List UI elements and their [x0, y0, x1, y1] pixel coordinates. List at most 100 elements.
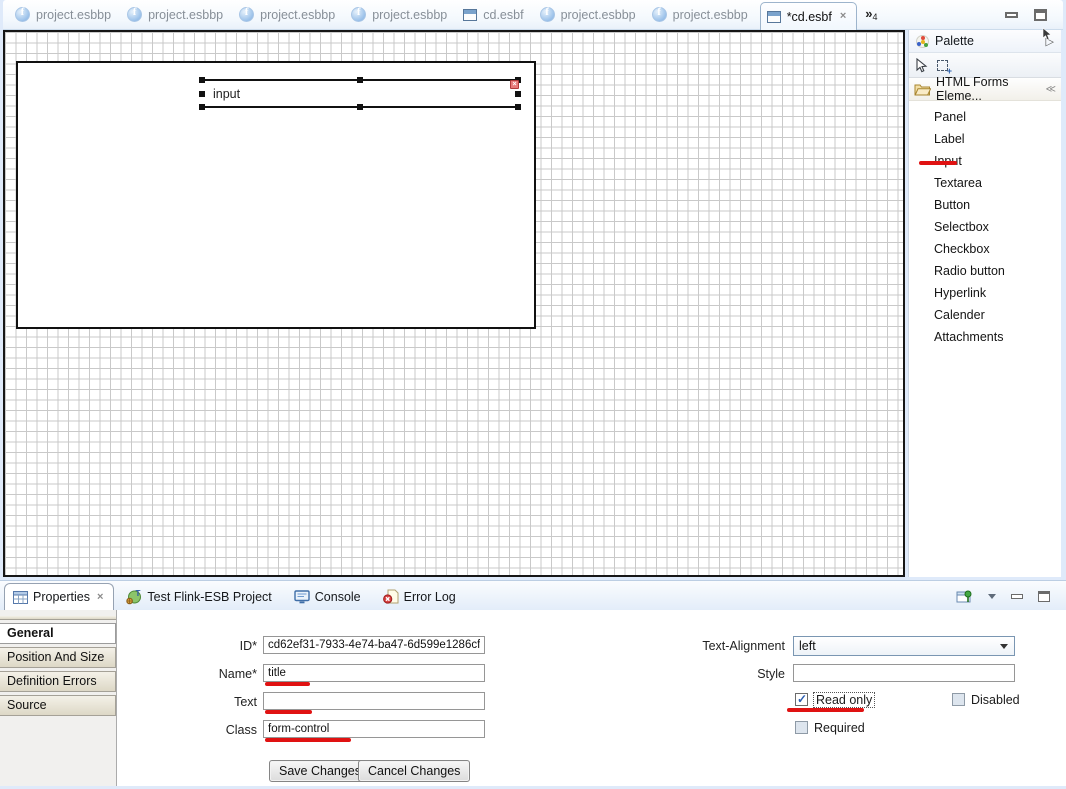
resize-handle-middle-left[interactable]	[199, 91, 205, 97]
editor-tab-2[interactable]: project.esbbp	[123, 0, 235, 29]
delete-element-icon[interactable]	[510, 80, 519, 89]
resize-handle-bottom-left[interactable]	[199, 104, 205, 110]
editor-tab-label: project.esbbp	[372, 8, 447, 22]
minimize-icon[interactable]	[1011, 594, 1023, 599]
class-field[interactable]	[263, 720, 485, 738]
form-panel[interactable]: input	[16, 61, 536, 329]
cancel-changes-button[interactable]: Cancel Changes	[358, 760, 470, 782]
form-file-icon	[463, 9, 477, 21]
mouse-cursor	[1042, 27, 1052, 41]
editor-tab-7[interactable]: project.esbbp	[648, 0, 760, 29]
tab-console-label: Console	[315, 590, 361, 604]
maximize-icon[interactable]	[1034, 9, 1047, 21]
resize-handle-bottom-right[interactable]	[515, 104, 521, 110]
required-checkbox[interactable]	[795, 721, 808, 734]
editor-tab-4[interactable]: project.esbbp	[347, 0, 459, 29]
style-field[interactable]	[793, 664, 1015, 682]
palette-panel: Palette HTML Forms Eleme... Panel Label …	[908, 30, 1061, 577]
annotation-underline-name-value	[265, 682, 310, 686]
section-tab-source[interactable]: Source	[0, 695, 116, 716]
resize-handle-bottom-middle[interactable]	[357, 104, 363, 110]
required-label: Required	[814, 721, 865, 735]
palette-header[interactable]: Palette	[909, 30, 1061, 53]
hidden-tab-count: 4	[873, 12, 878, 22]
bottom-tab-bar: Properties T Test Flink-ESB Project	[0, 580, 1066, 610]
palette-item-textarea[interactable]: Textarea	[909, 172, 1061, 194]
editor-tab-label: project.esbbp	[36, 8, 111, 22]
editor-tab-bar: project.esbbp project.esbbp project.esbb…	[3, 0, 1063, 30]
read-only-checkbox[interactable]	[795, 693, 808, 706]
tab-properties[interactable]: Properties	[4, 583, 114, 610]
tab-console[interactable]: Console	[284, 583, 371, 610]
palette-item-selectbox[interactable]: Selectbox	[909, 216, 1061, 238]
annotation-underline-palette-input	[919, 161, 957, 165]
palette-item-button[interactable]: Button	[909, 194, 1061, 216]
minimize-icon[interactable]	[1005, 12, 1018, 18]
view-window-controls	[1005, 0, 1063, 29]
tab-error-log[interactable]: Error Log	[373, 583, 466, 610]
tab-test-flink-esb-project[interactable]: T Test Flink-ESB Project	[116, 583, 281, 610]
marquee-tool-icon[interactable]	[937, 60, 948, 71]
annotation-underline-read-only	[787, 708, 864, 712]
open-folder-icon	[914, 83, 931, 96]
palette-item-list: Panel Label Input Textarea Button Select…	[909, 101, 1061, 348]
console-icon	[294, 590, 310, 604]
select-tool-icon[interactable]	[914, 58, 928, 73]
eclipse-window: { "colors": { "annotation_red": "#e01212…	[0, 0, 1066, 789]
section-tab-sliver	[0, 616, 116, 620]
palette-item-radio-button[interactable]: Radio button	[909, 260, 1061, 282]
palette-item-attachments[interactable]: Attachments	[909, 326, 1061, 348]
save-changes-button[interactable]: Save Changes	[269, 760, 371, 782]
pin-chevrons-icon[interactable]	[1046, 84, 1056, 95]
editor-tab-label: project.esbbp	[148, 8, 223, 22]
editor-tab-label: project.esbbp	[260, 8, 335, 22]
view-menu-icon[interactable]	[988, 594, 996, 599]
properties-section-list: General Position And Size Definition Err…	[0, 610, 117, 786]
editor-tab-6[interactable]: project.esbbp	[536, 0, 648, 29]
palette-group-html-forms[interactable]: HTML Forms Eleme...	[909, 78, 1061, 101]
resize-handle-top-left[interactable]	[199, 77, 205, 83]
editor-tab-label: *cd.esbf	[787, 10, 832, 24]
text-alignment-select[interactable]: left	[793, 636, 1015, 656]
resize-handle-middle-right[interactable]	[515, 91, 521, 97]
resize-handle-top-middle[interactable]	[357, 77, 363, 83]
selected-input-element[interactable]: input	[202, 79, 518, 108]
text-field[interactable]	[263, 692, 485, 710]
flink-file-icon	[15, 7, 30, 22]
test-project-icon: T	[126, 589, 142, 605]
palette-title: Palette	[935, 34, 974, 48]
name-field[interactable]	[263, 664, 485, 682]
editor-tab-1[interactable]: project.esbbp	[11, 0, 123, 29]
flink-file-icon	[351, 7, 366, 22]
annotation-underline-text-field	[265, 710, 312, 714]
maximize-icon[interactable]	[1038, 591, 1050, 602]
properties-content: General Position And Size Definition Err…	[0, 610, 1066, 786]
form-designer-canvas[interactable]: input	[3, 30, 905, 577]
pin-view-icon[interactable]	[956, 589, 973, 604]
palette-item-panel[interactable]: Panel	[909, 106, 1061, 128]
editor-tab-5[interactable]: cd.esbf	[459, 0, 535, 29]
id-field[interactable]	[263, 636, 485, 654]
editor-tab-3[interactable]: project.esbbp	[235, 0, 347, 29]
palette-item-calender[interactable]: Calender	[909, 304, 1061, 326]
editor-tab-active-cd-esbf[interactable]: *cd.esbf	[760, 2, 858, 30]
bottom-panel: Properties T Test Flink-ESB Project	[0, 580, 1066, 786]
properties-form: ID* Name* Text Class Text-Alignment left…	[117, 610, 1066, 786]
class-label: Class	[137, 723, 257, 737]
disabled-checkbox[interactable]	[952, 693, 965, 706]
chevron-down-icon	[1000, 644, 1008, 649]
palette-item-hyperlink[interactable]: Hyperlink	[909, 282, 1061, 304]
form-file-icon	[767, 11, 781, 23]
hidden-tabs-chevron[interactable]: 4	[865, 6, 877, 29]
palette-item-checkbox[interactable]: Checkbox	[909, 238, 1061, 260]
flink-file-icon	[239, 7, 254, 22]
editor-tab-label: cd.esbf	[483, 8, 523, 22]
close-icon[interactable]	[838, 10, 848, 23]
read-only-label: Read only	[814, 693, 874, 707]
section-tab-position-and-size[interactable]: Position And Size	[0, 647, 116, 668]
section-tab-general[interactable]: General	[0, 623, 116, 644]
section-tab-definition-errors[interactable]: Definition Errors	[0, 671, 116, 692]
close-icon[interactable]	[95, 591, 105, 604]
palette-item-label[interactable]: Label	[909, 128, 1061, 150]
tab-test-label: Test Flink-ESB Project	[147, 590, 271, 604]
